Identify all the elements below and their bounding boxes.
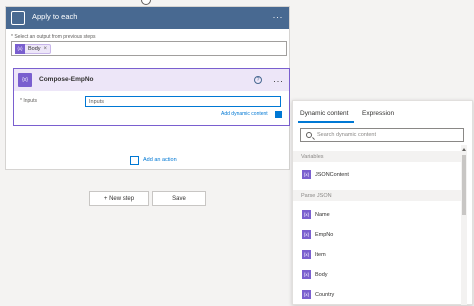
tab-expression[interactable]: Expression: [362, 110, 394, 117]
list-item[interactable]: {x} Body: [293, 264, 465, 286]
apply-to-each-header[interactable]: Apply to each ···: [6, 7, 289, 29]
loop-icon: [11, 11, 25, 25]
save-button[interactable]: Save: [152, 191, 206, 206]
list-item-label: EmpNo: [315, 232, 334, 238]
more-options-icon[interactable]: ···: [273, 77, 284, 86]
scrollbar-thumb[interactable]: [462, 155, 466, 215]
variable-icon: {x}: [15, 43, 25, 54]
variable-icon: {x}: [302, 290, 311, 299]
list-item-label: Country: [315, 292, 335, 298]
group-header-parse-json: Parse JSON: [293, 190, 465, 201]
scroll-up-arrow-icon[interactable]: [462, 148, 466, 151]
more-options-icon[interactable]: ···: [273, 13, 284, 22]
list-item[interactable]: {x} JSONContent: [293, 164, 465, 186]
select-output-field[interactable]: {x} Body ×: [11, 41, 287, 56]
list-item-label: Item: [315, 252, 326, 258]
inputs-label: * Inputs: [20, 98, 37, 104]
token-label: Body: [28, 46, 41, 52]
list-item[interactable]: {x} EmpNo: [293, 224, 465, 246]
help-icon[interactable]: ?: [254, 76, 262, 84]
search-input[interactable]: Search dynamic content: [300, 128, 464, 142]
new-step-button[interactable]: + New step: [89, 191, 149, 206]
compose-header[interactable]: {x} Compose-EmpNo ? ···: [14, 69, 289, 91]
variable-icon: {x}: [302, 270, 311, 279]
variable-icon: {x}: [18, 73, 32, 87]
list-item[interactable]: {x} Name: [293, 204, 465, 226]
add-action-link[interactable]: Add an action: [143, 157, 177, 163]
dynamic-content-panel: Dynamic content Expression Search dynami…: [292, 100, 473, 305]
connector-handle: [141, 0, 151, 5]
list-item-label: JSONContent: [315, 172, 349, 178]
list-item[interactable]: {x} Country: [293, 284, 465, 306]
remove-token-icon[interactable]: ×: [44, 46, 48, 52]
body-token[interactable]: {x} Body ×: [15, 43, 52, 54]
active-tab-indicator: [298, 121, 354, 123]
inputs-field[interactable]: Inputs: [85, 96, 281, 107]
search-icon: [306, 132, 312, 138]
list-item-label: Body: [315, 272, 328, 278]
tab-dynamic-content[interactable]: Dynamic content: [300, 110, 348, 117]
list-item-label: Name: [315, 212, 330, 218]
search-placeholder: Search dynamic content: [317, 132, 377, 138]
select-output-label: * Select an output from previous steps: [11, 34, 96, 40]
compose-title: Compose-EmpNo: [39, 76, 94, 83]
group-header-variables: Variables: [293, 151, 465, 162]
add-action-icon[interactable]: [130, 156, 139, 165]
compose-card: {x} Compose-EmpNo ? ··· * Inputs Inputs …: [13, 68, 290, 126]
variable-icon: {x}: [302, 230, 311, 239]
apply-to-each-card: Apply to each ··· * Select an output fro…: [5, 6, 290, 170]
add-dynamic-content-link[interactable]: Add dynamic content: [221, 111, 268, 117]
apply-to-each-title: Apply to each: [32, 12, 78, 21]
list-item[interactable]: {x} Item: [293, 244, 465, 266]
variable-icon: {x}: [302, 210, 311, 219]
variable-icon: {x}: [302, 250, 311, 259]
variable-icon: {x}: [302, 170, 311, 179]
add-dynamic-content-icon[interactable]: [275, 111, 282, 118]
